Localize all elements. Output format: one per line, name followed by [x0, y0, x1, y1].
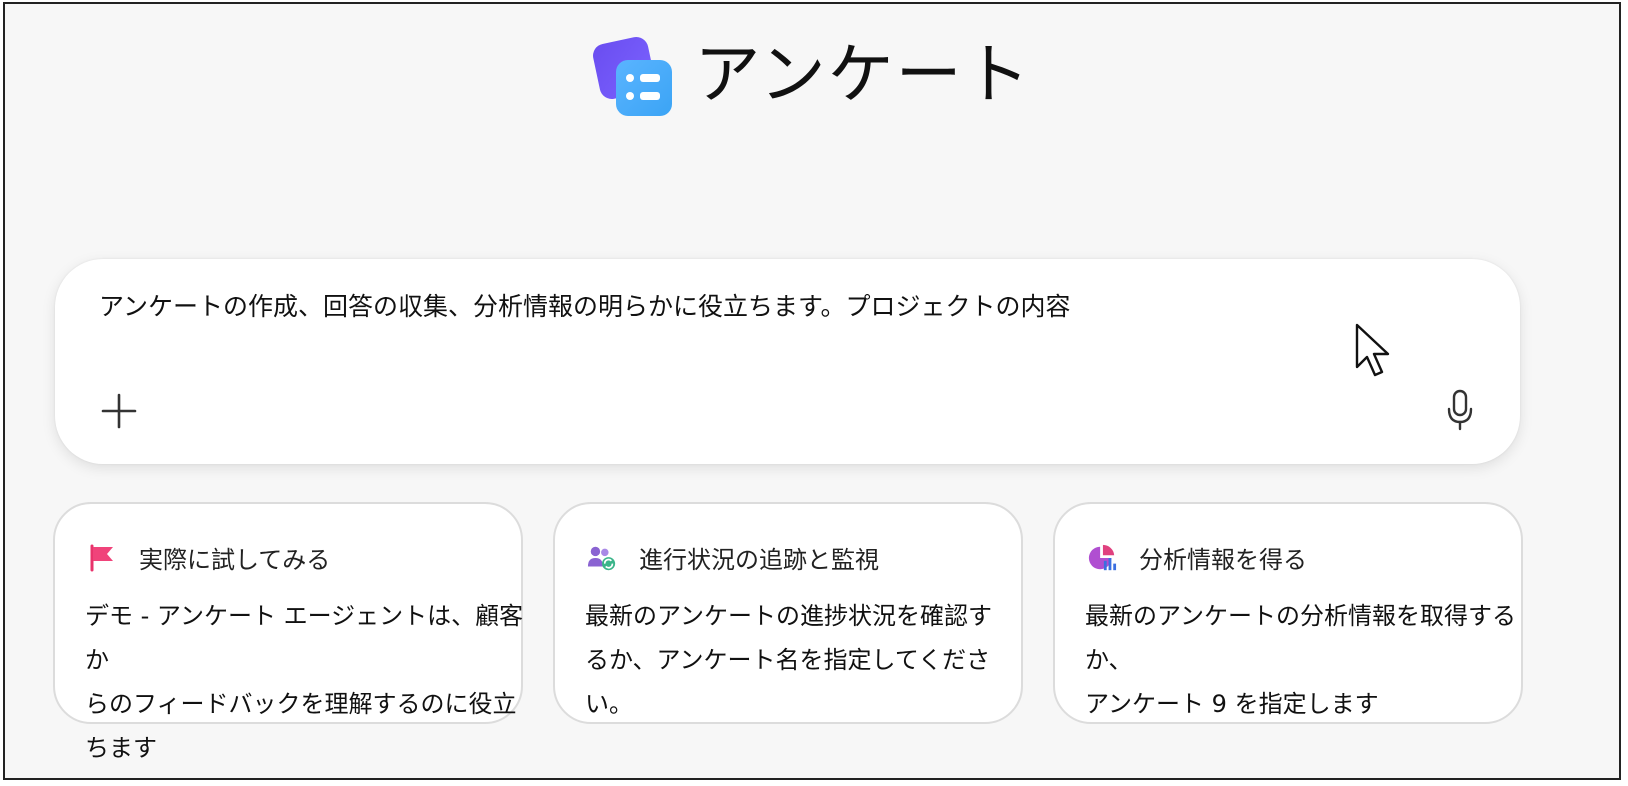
- prompt-input[interactable]: アンケートの作成、回答の収集、分析情報の明らかに役立ちます。プロジェクトの内容: [55, 259, 1520, 464]
- card-title: 実際に試してみる: [139, 546, 331, 574]
- app-window: アンケート アンケートの作成、回答の収集、分析情報の明らかに役立ちます。プロジェ…: [3, 2, 1621, 780]
- flag-icon: [87, 543, 117, 573]
- card-title: 分析情報を得る: [1139, 546, 1307, 574]
- add-button[interactable]: [99, 391, 139, 431]
- prompt-text[interactable]: アンケートの作成、回答の収集、分析情報の明らかに役立ちます。プロジェクトの内容: [99, 287, 1071, 323]
- forms-app-icon: [591, 34, 673, 116]
- suggestion-cards: 実際に試してみる デモ - アンケート エージェントは、顧客か らのフィードバッ…: [53, 502, 1523, 762]
- microphone-button[interactable]: [1440, 387, 1480, 433]
- suggestion-card-insights[interactable]: 分析情報を得る 最新のアンケートの分析情報を取得するか、 アンケート 9 を指定…: [1053, 502, 1523, 724]
- card-description: デモ - アンケート エージェントは、顧客か らのフィードバックを理解するのに役…: [85, 602, 524, 762]
- mouse-cursor-icon: [1355, 323, 1390, 377]
- suggestion-card-track[interactable]: 進行状況の追跡と監視 最新のアンケートの進捗状況を確認す るか、アンケート名を指…: [553, 502, 1023, 724]
- suggestion-card-try[interactable]: 実際に試してみる デモ - アンケート エージェントは、顧客か らのフィードバッ…: [53, 502, 523, 762]
- plus-icon: [101, 393, 137, 429]
- card-description: 最新のアンケートの進捗状況を確認す るか、アンケート名を指定してください。: [585, 602, 993, 718]
- page-title: アンケート: [694, 36, 1032, 113]
- pie-chart-icon: [1087, 543, 1117, 573]
- microphone-icon: [1447, 389, 1473, 431]
- card-description: 最新のアンケートの分析情報を取得するか、 アンケート 9 を指定します: [1085, 602, 1517, 718]
- card-title: 進行状況の追跡と監視: [639, 546, 879, 574]
- header: アンケート: [5, 34, 1619, 116]
- people-sync-icon: [587, 543, 617, 573]
